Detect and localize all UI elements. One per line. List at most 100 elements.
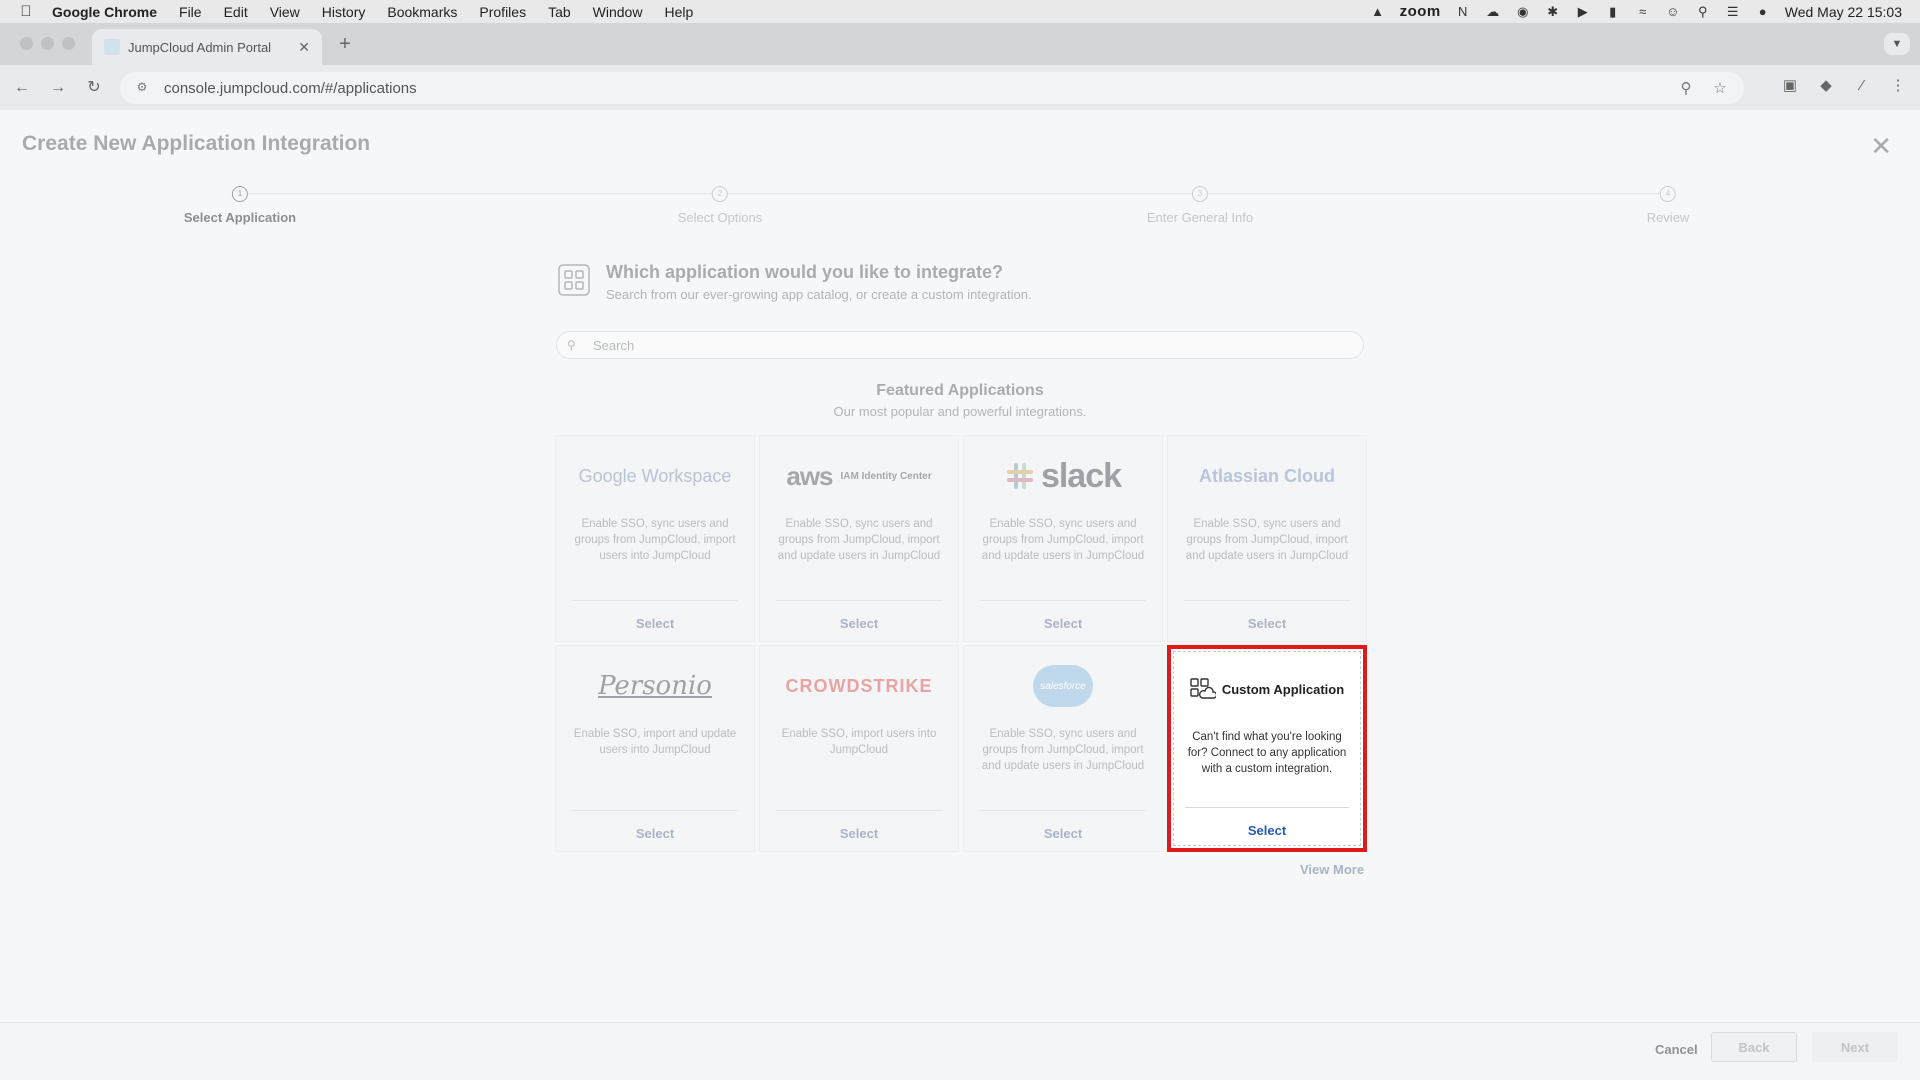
site-info-icon[interactable]: ⚙ (134, 80, 150, 96)
wizard-footer: Cancel Back Next (0, 1022, 1920, 1080)
select-google-workspace-button[interactable]: Select (556, 616, 754, 631)
back-arrow-icon[interactable]: ← (8, 74, 36, 102)
menu-bar-clock[interactable]: Wed May 22 15:03 (1785, 4, 1902, 20)
cancel-button[interactable]: Cancel (1655, 1042, 1698, 1057)
zoom-magnifier-icon[interactable]: ⚲ (1676, 79, 1696, 97)
app-card-salesforce[interactable]: salesforce Enable SSO, sync users and gr… (963, 645, 1163, 852)
crowdstrike-logo: CROWDSTRIKE (760, 646, 958, 726)
view-more-link[interactable]: View More (1300, 862, 1364, 877)
logo-text: salesforce (1033, 665, 1093, 707)
control-center-icon[interactable]: ☰ (1725, 4, 1741, 20)
bookmark-star-icon[interactable]: ☆ (1710, 79, 1730, 97)
featured-app-grid: Google Workspace Enable SSO, sync users … (555, 435, 1367, 852)
search-input[interactable] (593, 337, 1293, 353)
address-bar[interactable]: ⚙ console.jumpcloud.com/#/applications ⚲… (120, 72, 1744, 104)
extension-icon[interactable]: ▣ (1780, 75, 1800, 97)
maximize-window-button[interactable] (62, 37, 75, 50)
notion-icon[interactable]: N (1455, 4, 1471, 20)
close-window-button[interactable] (20, 37, 33, 50)
close-tab-icon[interactable]: ✕ (298, 39, 310, 56)
browser-tab-active[interactable]: JumpCloud Admin Portal ✕ (92, 29, 322, 65)
menu-edit[interactable]: Edit (224, 4, 248, 20)
more-menu-icon[interactable]: ⋮ (1888, 75, 1908, 97)
select-personio-button[interactable]: Select (556, 826, 754, 841)
back-button[interactable]: Back (1711, 1032, 1797, 1062)
menu-bookmarks[interactable]: Bookmarks (387, 4, 457, 20)
menu-app-name[interactable]: Google Chrome (52, 4, 157, 20)
menu-help[interactable]: Help (664, 4, 693, 20)
drive-icon[interactable]: ▲ (1370, 4, 1386, 20)
cloud-icon[interactable]: ☁ (1485, 4, 1501, 20)
page-content: Create New Application Integration ✕ 1 S… (0, 110, 1920, 1080)
address-url[interactable]: console.jumpcloud.com/#/applications (164, 80, 1662, 97)
macos-menu-bar:  Google Chrome File Edit View History B… (0, 0, 1920, 23)
menu-file[interactable]: File (179, 4, 202, 20)
forward-arrow-icon[interactable]: → (44, 74, 72, 102)
app-card-custom-application[interactable]: Custom Application Can't find what you'r… (1167, 645, 1367, 852)
close-modal-icon[interactable]: ✕ (1870, 133, 1892, 159)
wifi-icon[interactable]: ≈ (1635, 4, 1651, 20)
select-custom-application-button[interactable]: Select (1171, 823, 1363, 838)
custom-app-icon (1190, 678, 1216, 699)
menu-window[interactable]: Window (593, 4, 643, 20)
select-slack-button[interactable]: Select (964, 616, 1162, 631)
custom-application-header: Custom Application (1171, 649, 1363, 729)
next-button[interactable]: Next (1812, 1032, 1898, 1062)
question-text: Which application would you like to inte… (606, 262, 1032, 302)
menu-profiles[interactable]: Profiles (479, 4, 526, 20)
featured-title: Featured Applications (876, 382, 1044, 399)
step-4-circle: 4 (1660, 186, 1676, 202)
slack-hash-icon (1006, 463, 1033, 489)
logo-text: Google (578, 465, 637, 486)
apple-icon[interactable]:  (0, 3, 52, 20)
app-card-aws-iam-identity-center[interactable]: aws IAM Identity Center Enable SSO, sync … (759, 435, 959, 642)
play-icon[interactable]: ▶ (1575, 4, 1591, 20)
card-description: Enable SSO, import and update users into… (573, 728, 737, 756)
new-tab-button[interactable]: + (334, 33, 356, 55)
app-card-personio[interactable]: Personio Enable SSO, import and update u… (555, 645, 755, 852)
logo-text: aws (786, 460, 833, 491)
bluetooth-icon[interactable]: ✱ (1545, 4, 1561, 20)
step-label: Enter General Info (1146, 210, 1254, 225)
featured-header: Featured Applications Our most popular a… (556, 382, 1364, 419)
toolbar-extensions: ▣ ◆ ⁄ ⋮ (1780, 75, 1908, 97)
logo-text: CROWDSTRIKE (785, 675, 933, 696)
app-card-crowdstrike[interactable]: CROWDSTRIKE Enable SSO, import users int… (759, 645, 959, 852)
step-1-circle: 1 (232, 186, 248, 202)
jumpcloud-favicon-icon (104, 39, 120, 55)
reload-icon[interactable]: ↻ (80, 74, 108, 102)
app-card-google-workspace[interactable]: Google Workspace Enable SSO, sync users … (555, 435, 755, 642)
card-divider (980, 600, 1146, 601)
menu-tab[interactable]: Tab (548, 4, 571, 20)
question-title: Which application would you like to inte… (606, 262, 1004, 282)
select-aws-button[interactable]: Select (760, 616, 958, 631)
logo-text: Workspace (636, 465, 732, 486)
record-icon[interactable]: ◉ (1515, 4, 1531, 20)
user-icon[interactable]: ☺ (1665, 4, 1681, 20)
profile-slash-icon[interactable]: ⁄ (1852, 75, 1872, 97)
card-divider (1184, 600, 1350, 601)
app-card-slack[interactable]: slack Enable SSO, sync users and groups … (963, 435, 1163, 642)
step-review: 4 Review (1647, 186, 1689, 225)
step-2-circle: 2 (711, 186, 728, 202)
card-description: Enable SSO, sync users and groups from J… (1185, 518, 1349, 562)
siri-icon[interactable]: ● (1755, 4, 1771, 20)
app-search-box[interactable]: ⚲ (556, 331, 1364, 359)
stepper-line (240, 193, 1670, 194)
spotlight-search-icon[interactable]: ⚲ (1695, 4, 1711, 20)
card-description: Enable SSO, sync users and groups from J… (777, 518, 941, 562)
minimize-window-button[interactable] (41, 37, 54, 50)
menu-view[interactable]: View (270, 4, 300, 20)
question-header: Which application would you like to inte… (558, 262, 1032, 302)
window-controls (20, 37, 75, 50)
zoom-status[interactable]: zoom (1400, 3, 1441, 20)
puzzle-extensions-icon[interactable]: ◆ (1816, 75, 1836, 97)
app-card-atlassian-cloud[interactable]: Atlassian Cloud Enable SSO, sync users a… (1167, 435, 1367, 642)
select-crowdstrike-button[interactable]: Select (760, 826, 958, 841)
battery-icon[interactable]: ▮ (1605, 4, 1621, 20)
card-divider (1185, 807, 1349, 808)
select-atlassian-button[interactable]: Select (1168, 616, 1366, 631)
tab-search-chevron-icon[interactable]: ▼ (1884, 33, 1910, 55)
select-salesforce-button[interactable]: Select (964, 826, 1162, 841)
menu-history[interactable]: History (322, 4, 366, 20)
